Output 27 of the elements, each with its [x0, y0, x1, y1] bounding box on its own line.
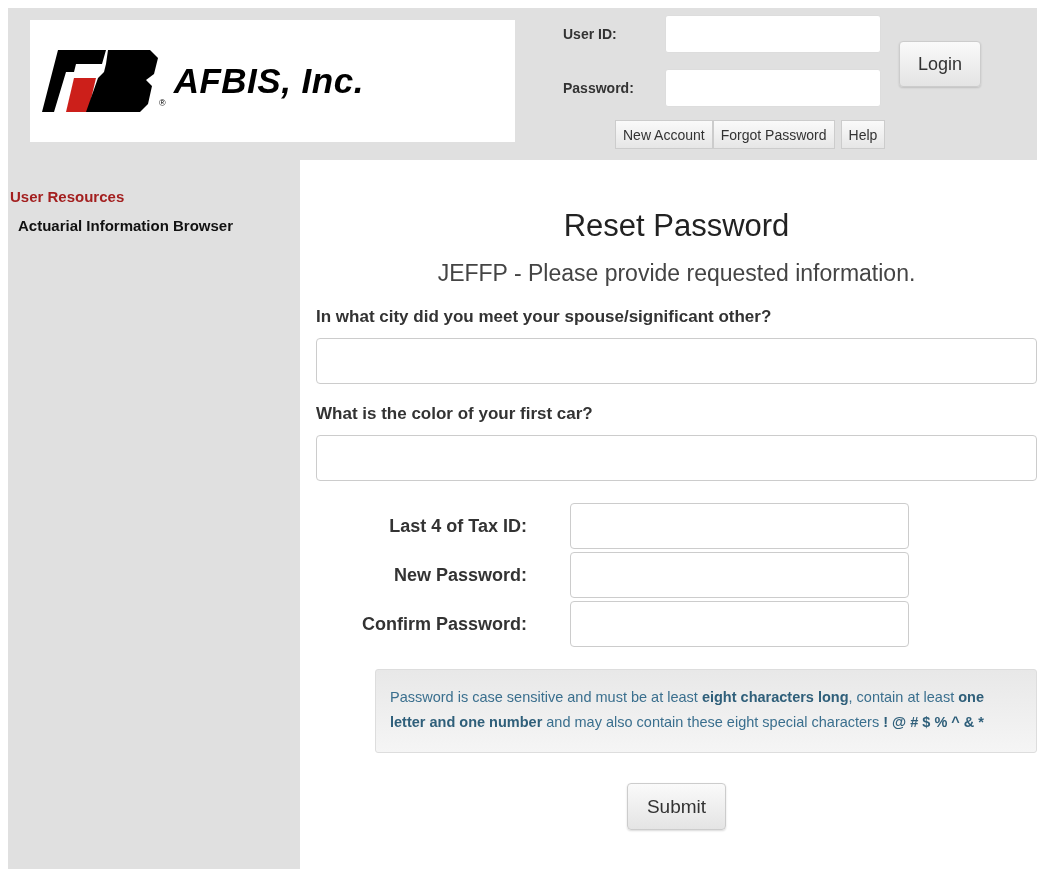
field-label: Password:	[563, 80, 635, 96]
registered-mark: ®	[159, 98, 166, 108]
sidebar-heading: User Resources	[10, 188, 126, 205]
field-label: New Password:	[392, 564, 527, 586]
submit-button[interactable]: Submit	[627, 783, 726, 830]
input-field[interactable]	[570, 601, 909, 647]
nav-button[interactable]: Forgot Password	[712, 120, 835, 149]
page-subtitle: JEFFP - Please provide requested information.	[436, 260, 917, 287]
login-button[interactable]: Login	[899, 41, 981, 87]
input-field[interactable]	[665, 69, 881, 107]
nav-button[interactable]: Help	[840, 120, 886, 149]
field-label: Last 4 of Tax ID:	[388, 515, 527, 537]
password-hint: Password is case sensitive and must be at least eight characters long, contain at least one letter and one number and may also contain these eight special characters ! @ # $ % ^ & *	[375, 669, 1037, 753]
question-label: In what city did you meet your spouse/significant other?	[316, 307, 773, 327]
field-label: Confirm Password:	[360, 613, 527, 635]
page-title: Reset Password	[562, 208, 791, 244]
sidebar-link[interactable]: Actuarial Information Browser	[18, 217, 234, 234]
logo-icon	[42, 50, 158, 112]
nav-button[interactable]: New Account	[615, 120, 713, 149]
input-field[interactable]	[665, 15, 881, 53]
input-field[interactable]	[570, 552, 909, 598]
input-field[interactable]	[570, 503, 909, 549]
field-label: User ID:	[563, 26, 618, 42]
company-name: AFBIS, Inc.	[173, 61, 364, 101]
answer-field[interactable]	[316, 338, 1037, 384]
answer-field[interactable]	[316, 435, 1037, 481]
question-label: What is the color of your first car?	[316, 404, 594, 424]
